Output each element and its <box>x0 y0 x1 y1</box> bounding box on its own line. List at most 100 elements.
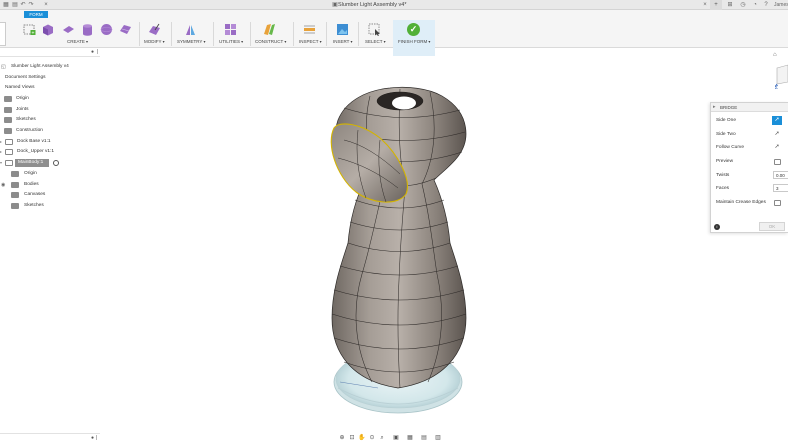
display-settings-icon[interactable]: ▣ <box>392 435 400 442</box>
follow-curve-selector[interactable]: ➚ <box>772 143 782 152</box>
zoom-icon[interactable]: ⊙ <box>368 435 376 442</box>
info-icon[interactable]: i <box>714 224 720 230</box>
notifications-icon[interactable]: ◔ <box>751 1 759 9</box>
list-item[interactable]: Named Views <box>0 83 100 93</box>
expand-icon[interactable]: ▸ <box>713 104 716 110</box>
insert-image-icon[interactable] <box>336 23 349 36</box>
home-icon[interactable]: ⌂ <box>773 52 777 58</box>
list-item-active[interactable]: ▾ MainBody:1 <box>0 158 100 168</box>
insert-menu[interactable]: INSERT <box>333 39 353 44</box>
cylinder-icon[interactable] <box>81 23 94 36</box>
ribbon-divider <box>213 22 214 46</box>
list-item[interactable]: Construction <box>0 126 100 136</box>
twists-input[interactable]: 0.00 <box>773 171 788 179</box>
list-item[interactable]: Sketches <box>0 201 100 211</box>
list-item[interactable]: Sketches <box>0 115 100 125</box>
item-label: Sketches <box>24 203 44 208</box>
pin-icon[interactable]: ● <box>91 435 94 441</box>
item-label: Joints <box>16 107 29 112</box>
extensions-icon[interactable]: ⊞ <box>726 1 734 9</box>
inspect-menu[interactable]: INSPECT <box>299 39 322 44</box>
environment-icon[interactable]: ▥ <box>434 435 442 442</box>
look-at-icon[interactable]: ⊡ <box>348 435 356 442</box>
collapse-icon[interactable]: | <box>97 49 98 55</box>
list-item[interactable]: Origin <box>0 169 100 179</box>
help-icon[interactable]: ? <box>762 1 770 9</box>
close-icon[interactable]: × <box>42 1 50 9</box>
expand-arrow-icon[interactable]: ▸ <box>0 139 2 144</box>
select-menu[interactable]: SELECT <box>365 39 386 44</box>
pan-icon[interactable]: ✋ <box>358 435 366 442</box>
torus-icon[interactable] <box>119 23 132 36</box>
faces-input[interactable]: 3 <box>773 184 788 192</box>
item-label: Origin <box>16 96 29 101</box>
cube-icon[interactable]: Z <box>775 64 788 90</box>
visibility-eye-icon[interactable]: ◉ <box>1 182 5 188</box>
root-component-icon: ◱ <box>1 64 6 70</box>
viewcube[interactable]: ⌂ Z <box>771 52 788 92</box>
folder-icon <box>4 107 12 113</box>
measure-icon[interactable] <box>303 23 316 36</box>
list-item[interactable]: Joints <box>0 105 100 115</box>
list-item[interactable]: Canvases <box>0 190 100 200</box>
ribbon-divider <box>139 22 140 46</box>
ribbon-divider <box>326 22 327 46</box>
ribbon-divider <box>171 22 172 46</box>
workspace-switcher[interactable] <box>0 22 6 46</box>
create-menu[interactable]: CREATE <box>67 39 88 44</box>
item-label: Construction <box>16 128 43 133</box>
fit-icon[interactable]: ⌕ <box>378 435 386 442</box>
tab-close-icon[interactable]: × <box>701 1 709 9</box>
faces-label: Faces <box>716 186 730 191</box>
pin-icon[interactable]: ● <box>91 49 94 55</box>
new-tab-button[interactable]: + <box>710 0 722 10</box>
finish-form-label: FINISH FORM <box>398 39 430 44</box>
construct-menu[interactable]: CONSTRUCT <box>255 39 286 44</box>
orbit-icon[interactable]: ⊕ <box>338 435 346 442</box>
edit-form-icon[interactable] <box>148 23 161 36</box>
modify-menu[interactable]: MODIFY <box>144 39 165 44</box>
activate-radio-icon[interactable] <box>53 160 59 166</box>
list-item[interactable]: Document Settings <box>0 73 100 83</box>
browser-root[interactable]: ◱ Slumber Light Assembly v4 <box>0 62 100 72</box>
undo-icon[interactable]: ↶ <box>19 1 27 9</box>
mirror-icon[interactable] <box>184 23 197 36</box>
user-account[interactable]: James <box>774 1 788 9</box>
side-one-selector[interactable]: ➚ <box>772 116 782 125</box>
utilities-menu[interactable]: UTILITIES <box>219 39 243 44</box>
symmetry-menu[interactable]: SYMMETRY <box>177 39 206 44</box>
ok-button[interactable]: OK <box>759 222 785 231</box>
list-item[interactable]: Origin <box>0 94 100 104</box>
preview-checkbox[interactable] <box>774 159 781 165</box>
dialog-header: ▸ BRIDGE <box>711 103 788 112</box>
twists-label: Twists <box>716 173 730 178</box>
tab-form[interactable]: FORM <box>24 11 48 18</box>
item-label: Dock Base v1:1 <box>17 139 51 144</box>
expand-icon[interactable]: | <box>96 435 97 441</box>
list-item[interactable]: ▸ Dock Base v1:1 <box>0 137 100 147</box>
sphere-icon[interactable] <box>100 23 113 36</box>
side-two-selector[interactable]: ➚ <box>772 130 782 139</box>
construct-plane-icon[interactable] <box>263 23 276 36</box>
collapse-arrow-icon[interactable]: ▾ <box>0 160 2 165</box>
side-one-label: Side One <box>716 118 737 123</box>
box-icon[interactable] <box>41 23 54 36</box>
expand-arrow-icon[interactable]: ▸ <box>0 149 2 154</box>
list-item[interactable]: ◉ Bodies <box>0 180 100 190</box>
utilities-icon[interactable] <box>224 23 237 36</box>
main-body-tspline[interactable] <box>330 86 467 389</box>
select-icon[interactable] <box>368 23 381 36</box>
create-form-icon[interactable]: + <box>23 23 36 36</box>
job-status-icon[interactable]: ◷ <box>739 1 747 9</box>
file-icon[interactable]: ▤ <box>11 1 19 9</box>
plane-icon[interactable] <box>62 23 75 36</box>
redo-icon[interactable]: ↷ <box>27 1 35 9</box>
maintain-crease-edges-checkbox[interactable] <box>774 200 781 206</box>
ribbon-divider <box>358 22 359 46</box>
viewport-canvas[interactable] <box>100 48 710 434</box>
viewports-icon[interactable]: ▤ <box>420 435 428 442</box>
grid-settings-icon[interactable]: ▦ <box>406 435 414 442</box>
list-item[interactable]: ▸ Dock_Upper v1:1 <box>0 147 100 157</box>
item-label: Bodies <box>24 182 39 187</box>
grid-menu-icon[interactable]: ▦ <box>2 1 10 9</box>
